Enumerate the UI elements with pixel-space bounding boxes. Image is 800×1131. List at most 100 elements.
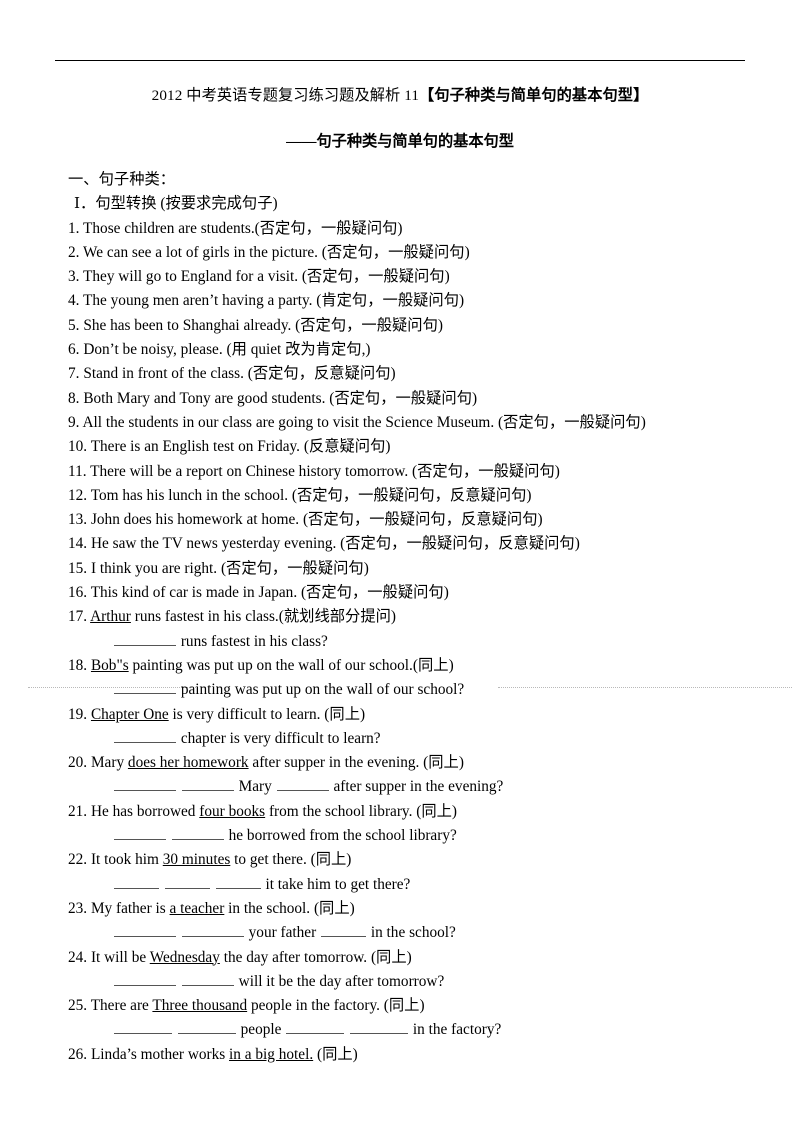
question-item: 13. John does his homework at home. (否定句… (68, 508, 780, 532)
answer-text: your father (244, 924, 321, 942)
page-subtitle: ——句子种类与简单句的基本句型 (286, 133, 514, 150)
question-number: 10. (68, 438, 88, 456)
answer-blank[interactable] (215, 873, 261, 889)
question-text: There is an English test on Friday. (反意疑… (90, 438, 391, 456)
answer-blank[interactable] (276, 776, 329, 792)
header-rule (55, 60, 745, 61)
exercise-body: 一、句子种类： Ⅰ．句型转换 (按要求完成句子) 1. Those childr… (68, 168, 780, 1067)
answer-blank[interactable] (114, 727, 176, 743)
question-number: 6. (68, 341, 80, 359)
question-text: Both Mary and Tony are good students. (否… (83, 389, 478, 407)
question-item: 19. Chapter One is very difficult to lea… (68, 703, 780, 727)
question-text: The young men aren’t having a party. (肯定… (83, 292, 465, 310)
question-number: 3. (68, 268, 80, 286)
answer-text: chapter is very difficult to learn? (177, 729, 381, 747)
page-title-bracket: 【句子种类与简单句的基本句型】 (419, 87, 649, 104)
question-item: 9. All the students in our class are goi… (68, 411, 780, 435)
question-number: 11. (68, 462, 87, 480)
question-item: 1. Those children are students.(否定句，一般疑问… (68, 217, 780, 241)
answer-text: in the school? (367, 924, 456, 942)
question-item: 25. There are Three thousand people in t… (68, 994, 780, 1018)
question-text: Stand in front of the class. (否定句，反意疑问句) (83, 365, 396, 383)
underlined-phrase: a teacher (169, 899, 225, 917)
question-item: 11. There will be a report on Chinese hi… (68, 460, 780, 484)
answer-line: people in the factory? (68, 1018, 780, 1042)
document-page: 2012 中考英语专题复习练习题及解析 11【句子种类与简单句的基本句型】 ——… (0, 0, 800, 1131)
question-text: (同上) (313, 1045, 358, 1063)
answer-blank[interactable] (177, 1019, 236, 1035)
question-number: 13. (68, 511, 88, 529)
answer-text: painting was put up on the wall of our s… (177, 681, 465, 699)
question-prefix: Mary (90, 754, 128, 772)
answer-blank[interactable] (350, 1019, 409, 1035)
underlined-phrase: Three thousand (152, 997, 248, 1015)
question-text: They will go to England for a visit. (否定… (83, 268, 450, 286)
question-prefix: My father is (90, 899, 170, 917)
answer-blank[interactable] (114, 873, 159, 889)
underlined-phrase: Bob"s (90, 656, 129, 674)
answer-blank[interactable] (114, 824, 166, 841)
question-number: 18. (68, 656, 88, 674)
answer-blank[interactable] (171, 824, 224, 841)
question-prefix: It took him (90, 851, 163, 869)
subsection-heading: Ⅰ．句型转换 (按要求完成句子) (74, 195, 278, 213)
question-number: 14. (68, 535, 88, 553)
question-text: Tom has his lunch in the school. (否定句，一般… (90, 486, 532, 504)
answer-line: will it be the day after tomorrow? (68, 970, 780, 994)
question-item: 5. She has been to Shanghai already. (否定… (68, 314, 780, 338)
question-number: 21. (68, 802, 88, 820)
question-item: 24. It will be Wednesday the day after t… (68, 946, 780, 970)
underlined-phrase: four books (199, 802, 266, 820)
answer-line: chapter is very difficult to learn? (68, 727, 780, 751)
underlined-phrase: does her homework (127, 754, 249, 772)
answer-blank[interactable] (114, 776, 176, 792)
page-title-prefix: 2012 中考英语专题复习练习题及解析 11 (151, 87, 420, 104)
question-number: 25. (68, 997, 88, 1015)
question-text: Those children are students.(否定句，一般疑问句) (83, 219, 403, 237)
answer-blank[interactable] (114, 630, 176, 646)
underlined-phrase: Arthur (90, 608, 131, 626)
question-number: 16. (68, 584, 88, 602)
answer-text: people (236, 1021, 286, 1039)
question-number: 19. (68, 705, 88, 723)
answer-blank[interactable] (181, 776, 234, 792)
answer-text: in the factory? (409, 1021, 502, 1039)
question-text: He saw the TV news yesterday evening. (否… (90, 535, 580, 553)
answer-blank[interactable] (114, 970, 176, 986)
answer-blank[interactable] (114, 922, 176, 938)
answer-blank[interactable] (181, 922, 244, 938)
question-number: 5. (68, 316, 80, 334)
question-text: in the school. (同上) (224, 899, 355, 917)
underlined-phrase: Chapter One (90, 705, 169, 723)
question-prefix: He has borrowed (90, 802, 200, 820)
question-text: There will be a report on Chinese histor… (90, 462, 560, 480)
answer-blank[interactable] (114, 1019, 172, 1035)
section-heading: 一、句子种类： (68, 171, 176, 188)
answer-line: your father in the school? (68, 921, 780, 945)
answer-line: he borrowed from the school library? (68, 824, 780, 848)
question-item: 12. Tom has his lunch in the school. (否定… (68, 484, 780, 508)
question-item: 10. There is an English test on Friday. … (68, 435, 780, 459)
answer-blank[interactable] (114, 679, 176, 695)
underlined-phrase: in a big hotel. (229, 1045, 314, 1063)
question-item: 21. He has borrowed four books from the … (68, 800, 780, 824)
question-text: This kind of car is made in Japan. (否定句，… (90, 584, 449, 602)
question-item: 6. Don’t be noisy, please. (用 quiet 改为肯定… (68, 338, 780, 362)
question-text: She has been to Shanghai already. (否定句，一… (83, 316, 443, 334)
underlined-phrase: Wednesday (149, 948, 220, 966)
answer-blank[interactable] (164, 873, 210, 889)
question-item: 14. He saw the TV news yesterday evening… (68, 532, 780, 556)
answer-text: will it be the day after tomorrow? (234, 972, 445, 990)
question-text: the day after tomorrow. (同上) (219, 948, 412, 966)
answer-blank[interactable] (181, 970, 234, 986)
answer-text: it take him to get there? (261, 875, 411, 893)
answer-blank[interactable] (321, 922, 367, 938)
question-number: 9. (68, 413, 80, 431)
question-number: 22. (68, 851, 88, 869)
question-item: 20. Mary does her homework after supper … (68, 751, 780, 775)
answer-line: Mary after supper in the evening? (68, 775, 780, 799)
question-item: 15. I think you are right. (否定句，一般疑问句) (68, 557, 780, 581)
answer-blank[interactable] (286, 1019, 345, 1035)
question-prefix: Linda’s mother works (90, 1045, 230, 1063)
question-number: 17. (68, 608, 88, 626)
